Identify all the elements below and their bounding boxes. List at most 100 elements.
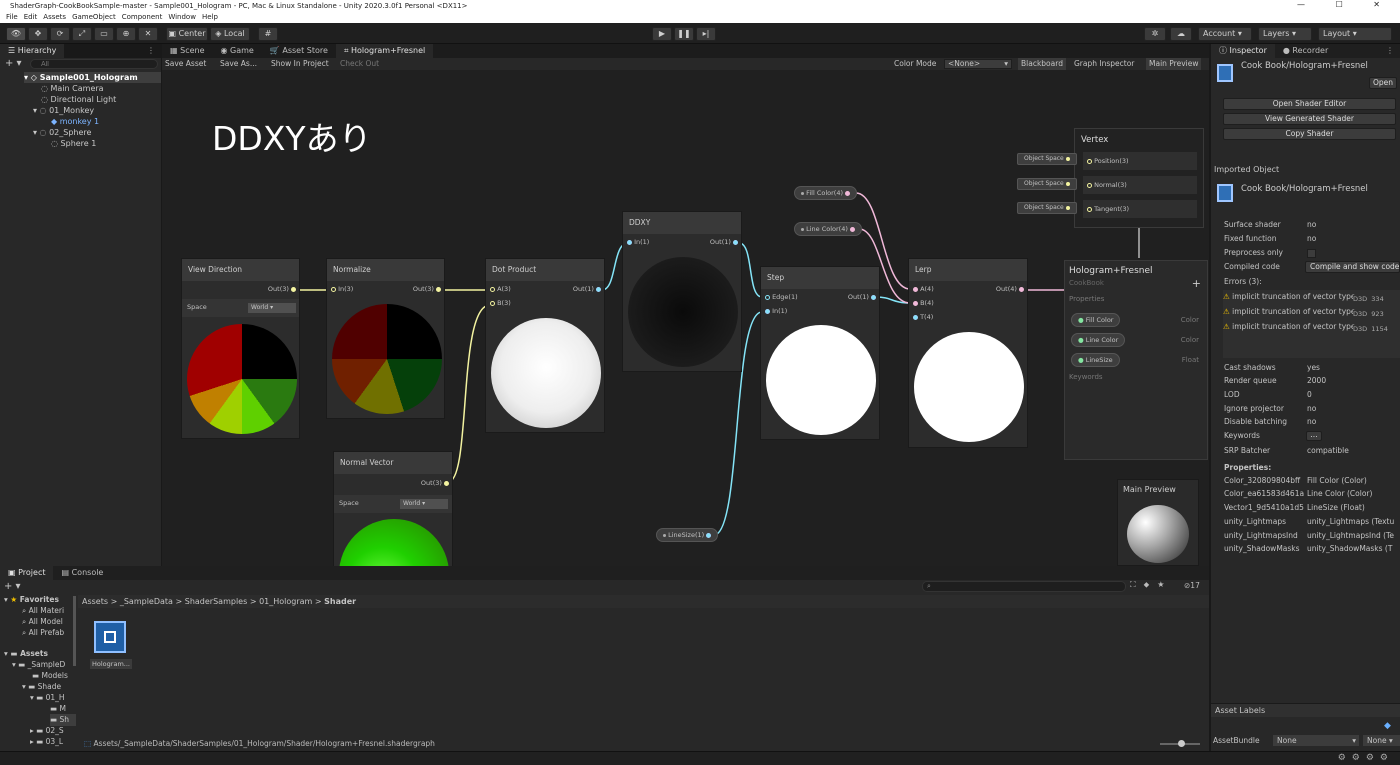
hierarchy-item[interactable]: ◌ Sphere 1 xyxy=(51,138,96,149)
asset-bundle-variant-dropdown[interactable]: None ▾ xyxy=(1363,735,1400,746)
port-out[interactable]: Out(3) xyxy=(268,285,296,293)
space-dropdown[interactable]: World ▾ xyxy=(248,303,296,313)
tree-scrollbar[interactable] xyxy=(73,596,76,666)
menu-help[interactable]: Help xyxy=(202,13,218,21)
port-out[interactable]: Out(3) xyxy=(413,285,441,293)
save-asset-button[interactable]: Save Asset xyxy=(165,58,206,70)
tab-hierarchy[interactable]: ☰ Hierarchy xyxy=(0,44,65,58)
window-controls[interactable]: — ☐ ✕ xyxy=(1297,0,1394,9)
port-edge[interactable]: Edge(1) xyxy=(765,293,798,301)
project-search-input[interactable]: ⌕ xyxy=(922,581,1126,592)
property-node-line-size[interactable]: LineSize(1) xyxy=(656,528,719,542)
breadcrumb-item[interactable]: 01_Hologram xyxy=(259,597,312,606)
collab-icon[interactable]: ✲ xyxy=(1144,27,1166,41)
copy-shader-button[interactable]: Copy Shader xyxy=(1223,128,1396,140)
port-tangent[interactable]: Tangent(3) xyxy=(1083,200,1197,218)
open-button[interactable]: Open xyxy=(1369,77,1397,89)
rotate-tool-icon[interactable]: ⟳ xyxy=(50,27,70,41)
menu-edit[interactable]: Edit xyxy=(24,13,38,21)
breadcrumb-item[interactable]: Shader xyxy=(324,597,356,606)
hierarchy-item[interactable]: ▾ ◌ 02_Sphere xyxy=(33,127,91,138)
blackboard-property[interactable]: ● LineSize xyxy=(1071,353,1120,367)
tree-item[interactable]: ⌕ All Prefab xyxy=(22,627,64,639)
node-lerp[interactable]: Lerp A(4) B(4) T(4) Out(4) xyxy=(908,258,1028,448)
tab-shadergraph[interactable]: ⌗ Hologram+Fresnel xyxy=(335,44,434,58)
port-b[interactable]: B(4) xyxy=(913,299,934,307)
port-out[interactable]: Out(4) xyxy=(996,285,1024,293)
node-dot-product[interactable]: Dot Product A(3) B(3) Out(1) xyxy=(485,258,605,433)
scale-tool-icon[interactable]: ⤢ xyxy=(72,27,92,41)
port-out[interactable]: Out(1) xyxy=(573,285,601,293)
grid-snap-icon[interactable]: # xyxy=(258,27,278,41)
tab-console[interactable]: ▤ Console xyxy=(53,566,111,580)
tab-recorder[interactable]: ● Recorder xyxy=(1275,44,1336,58)
status-icons[interactable]: ⚙⚙⚙⚙ xyxy=(1338,753,1394,763)
open-shader-editor-button[interactable]: Open Shader Editor xyxy=(1223,98,1396,110)
panel-menu-icon[interactable]: ⋮ xyxy=(147,44,155,58)
port-out[interactable]: Out(1) xyxy=(848,293,876,301)
show-in-project-button[interactable]: Show In Project xyxy=(271,58,329,70)
move-tool-icon[interactable]: ✥ xyxy=(28,27,48,41)
color-mode-dropdown[interactable]: <None> ▾ xyxy=(944,59,1012,69)
tab-scene[interactable]: ▦ Scene xyxy=(162,44,213,58)
breadcrumb-item[interactable]: Assets xyxy=(82,597,108,606)
tab-inspector[interactable]: ⓘ Inspector xyxy=(1211,44,1275,58)
menu-component[interactable]: Component xyxy=(122,13,163,21)
layout-dropdown[interactable]: Layout ▾ xyxy=(1318,27,1392,41)
port-a[interactable]: A(3) xyxy=(490,285,511,293)
pivot-local-button[interactable]: ◈ Local xyxy=(210,27,250,41)
port-normal[interactable]: Normal(3) xyxy=(1083,176,1197,194)
pause-icon[interactable]: ❚❚ xyxy=(674,27,694,41)
port-b[interactable]: B(3) xyxy=(490,299,511,307)
cloud-icon[interactable]: ☁ xyxy=(1170,27,1192,41)
port-t[interactable]: T(4) xyxy=(913,313,933,321)
label-tag-icon[interactable]: ◆ xyxy=(1384,721,1391,731)
main-preview-panel[interactable]: Main Preview xyxy=(1117,479,1199,566)
hierarchy-item[interactable]: ◌ Main Camera xyxy=(41,83,104,94)
file-label[interactable]: Hologram... xyxy=(90,659,132,669)
view-tool-icon[interactable]: 👁 xyxy=(6,27,26,41)
menu-gameobject[interactable]: GameObject xyxy=(72,13,116,21)
object-space-input[interactable]: Object Space xyxy=(1017,178,1077,190)
blackboard-property[interactable]: ● Fill Color xyxy=(1071,313,1121,327)
node-normalize[interactable]: Normalize In(3) Out(3) xyxy=(326,258,445,419)
preprocess-checkbox[interactable] xyxy=(1307,249,1316,258)
compile-and-show-button[interactable]: Compile and show code xyxy=(1305,261,1400,273)
tab-asset-store[interactable]: 🛒 Asset Store xyxy=(262,44,336,58)
node-step[interactable]: Step Edge(1) In(1) Out(1) xyxy=(760,266,880,440)
node-view-direction[interactable]: View Direction Out(3) Space World ▾ xyxy=(181,258,300,439)
port-position[interactable]: Position(3) xyxy=(1083,152,1197,170)
menu-assets[interactable]: Assets xyxy=(43,13,66,21)
asset-labels-header[interactable]: Asset Labels xyxy=(1211,703,1400,717)
menu-file[interactable]: File xyxy=(6,13,18,21)
play-icon[interactable]: ▶ xyxy=(652,27,672,41)
asset-bundle-dropdown[interactable]: None ▾ xyxy=(1273,735,1359,746)
blackboard-toggle[interactable]: Blackboard xyxy=(1018,58,1066,70)
node-vertex[interactable]: Vertex Position(3) Normal(3) Tangent(3) xyxy=(1074,128,1204,228)
graph-inspector-toggle[interactable]: Graph Inspector xyxy=(1074,58,1134,70)
rect-tool-icon[interactable]: ▭ xyxy=(94,27,114,41)
step-icon[interactable]: ▸| xyxy=(696,27,716,41)
port-out[interactable]: Out(3) xyxy=(421,479,449,487)
node-normal-vector[interactable]: Normal Vector Out(3) Space World ▾ xyxy=(333,451,453,566)
hierarchy-item[interactable]: ▾ ◌ 01_Monkey xyxy=(33,105,94,116)
panel-menu-icon[interactable]: ⋮ xyxy=(1386,44,1394,58)
zoom-slider-handle[interactable] xyxy=(1178,740,1185,747)
property-node-line-color[interactable]: Line Color(4) xyxy=(794,222,862,236)
transform-tool-icon[interactable]: ⊕ xyxy=(116,27,136,41)
menu-window[interactable]: Window xyxy=(168,13,196,21)
breadcrumb-item[interactable]: _SampleData xyxy=(120,597,173,606)
filter-icons[interactable]: ⛶⬥★ xyxy=(1130,580,1172,590)
port-a[interactable]: A(4) xyxy=(913,285,934,293)
add-icon[interactable]: + ▾ xyxy=(5,58,22,69)
object-space-input[interactable]: Object Space xyxy=(1017,153,1077,165)
layers-dropdown[interactable]: Layers ▾ xyxy=(1258,27,1312,41)
save-as-button[interactable]: Save As... xyxy=(220,58,257,70)
space-dropdown[interactable]: World ▾ xyxy=(400,499,448,509)
check-out-button[interactable]: Check Out xyxy=(340,58,379,70)
add-property-icon[interactable]: + xyxy=(1192,277,1201,290)
port-in[interactable]: In(1) xyxy=(627,238,649,246)
keywords-button[interactable]: ... xyxy=(1306,431,1322,441)
port-out[interactable]: Out(1) xyxy=(710,238,738,246)
object-space-input[interactable]: Object Space xyxy=(1017,202,1077,214)
